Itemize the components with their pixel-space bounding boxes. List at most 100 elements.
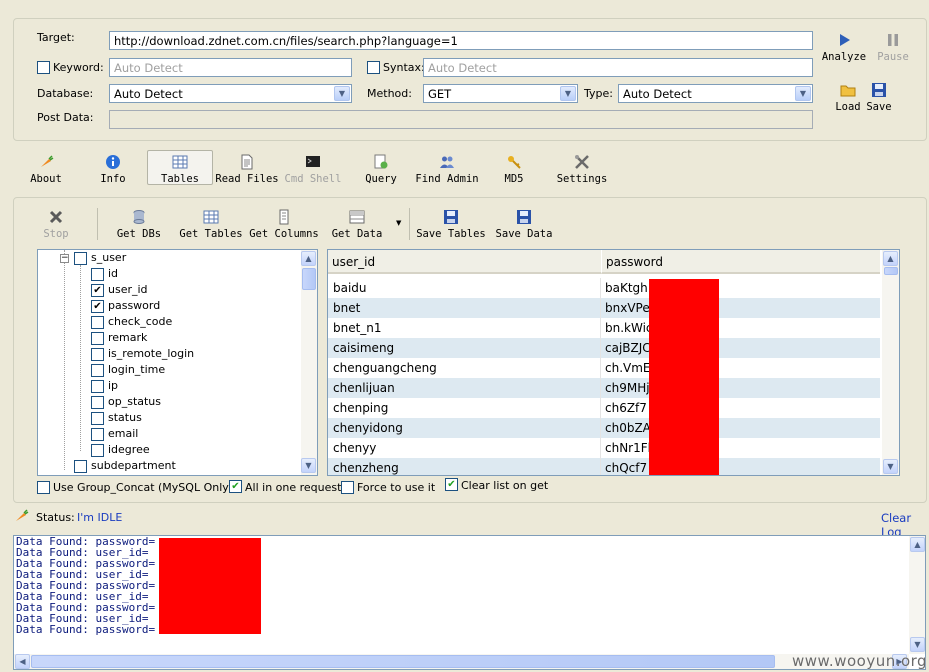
- scroll-down-icon[interactable]: ▼: [301, 458, 316, 473]
- chevron-down-icon[interactable]: ▼: [560, 86, 576, 101]
- grid-scrollbar[interactable]: ▲ ▼: [882, 250, 899, 475]
- scroll-up-icon[interactable]: ▲: [301, 251, 316, 266]
- tree-node-checkbox[interactable]: [74, 252, 87, 265]
- table-row[interactable]: bnet_n1 bn.kWic: [328, 318, 880, 338]
- tree-node-checkbox[interactable]: ✔: [91, 300, 104, 313]
- tree-node-checkbox[interactable]: [91, 380, 104, 393]
- pause-icon: [888, 34, 898, 46]
- tree-node-checkbox[interactable]: [91, 348, 104, 361]
- get-data-dropdown-icon[interactable]: ▼: [396, 219, 401, 227]
- schema-tree[interactable]: − s_user id ✔ user_id ✔ password check_code re…: [37, 249, 318, 476]
- data-grid[interactable]: user_id password baidu baKtgh bnet bnxVPe bn…: [327, 249, 900, 476]
- document-icon: [241, 154, 253, 170]
- target-input[interactable]: http://download.zdnet.com.cn/files/searc…: [109, 31, 813, 50]
- tab-read-files[interactable]: Read Files: [214, 154, 280, 185]
- tab-md5[interactable]: MD5: [500, 154, 528, 185]
- syntax-input[interactable]: Auto Detect: [423, 58, 813, 77]
- tree-node-checkbox[interactable]: [91, 316, 104, 329]
- table-row[interactable]: chenyy chNr1Fb: [328, 438, 880, 458]
- tree-node-checkbox[interactable]: [91, 412, 104, 425]
- floppy-icon: [517, 210, 531, 224]
- load-label: Load: [835, 101, 861, 113]
- type-select[interactable]: Auto Detect ▼: [618, 84, 813, 103]
- scroll-thumb[interactable]: [31, 655, 775, 668]
- scroll-down-icon[interactable]: ▼: [883, 459, 898, 474]
- tree-node-label: remark: [108, 331, 148, 344]
- watermark: www.wooyun.org: [792, 652, 928, 670]
- floppy-icon: [872, 83, 886, 97]
- cell-password: chQcf7: [605, 461, 648, 475]
- method-select[interactable]: GET ▼: [423, 84, 578, 103]
- table-row[interactable]: chenguangcheng ch.VmE: [328, 358, 880, 378]
- scroll-thumb[interactable]: [302, 268, 316, 290]
- tree-node-label: status: [108, 411, 142, 424]
- analyze-label: Analyze: [821, 51, 867, 63]
- tab-cmd-shell[interactable]: Cmd Shell: [283, 154, 343, 185]
- scroll-left-icon[interactable]: ◀: [15, 654, 30, 669]
- table-row[interactable]: chenzheng chQcf7: [328, 458, 880, 475]
- tree-node-checkbox[interactable]: [91, 364, 104, 377]
- keyword-input[interactable]: Auto Detect: [109, 58, 352, 77]
- grid-header-password[interactable]: password: [601, 250, 880, 274]
- tree-node-checkbox[interactable]: [91, 268, 104, 281]
- syntax-checkbox[interactable]: [367, 61, 380, 74]
- postdata-input[interactable]: [109, 110, 813, 129]
- pause-button[interactable]: Pause: [870, 32, 916, 63]
- save-button[interactable]: Save: [864, 82, 894, 113]
- force-checkbox[interactable]: [341, 481, 354, 494]
- chevron-down-icon[interactable]: ▼: [334, 86, 350, 101]
- scroll-down-icon[interactable]: ▼: [910, 637, 925, 652]
- tab-tables[interactable]: Tables: [156, 154, 204, 185]
- tab-find-admin[interactable]: Find Admin: [414, 154, 480, 185]
- chevron-down-icon[interactable]: ▼: [795, 86, 811, 101]
- save-tables-button[interactable]: Save Tables: [416, 209, 486, 240]
- tree-node-checkbox[interactable]: [91, 396, 104, 409]
- table-icon: [203, 210, 219, 224]
- stop-button[interactable]: Stop: [40, 209, 72, 240]
- get-data-button[interactable]: Get Data: [331, 209, 383, 240]
- key-icon: [508, 156, 521, 169]
- log-output[interactable]: Data Found: password= Data Found: user_id…: [13, 535, 926, 670]
- load-button[interactable]: Load: [834, 82, 862, 113]
- database-select-value: Auto Detect: [114, 87, 183, 101]
- grid-header-user-id[interactable]: user_id: [328, 250, 601, 274]
- tree-node-label: email: [108, 427, 139, 440]
- cell-user-id: bnet: [333, 301, 361, 315]
- redaction-block: [159, 538, 261, 634]
- tree-collapse-toggle[interactable]: −: [60, 254, 69, 263]
- tab-settings[interactable]: Settings: [554, 154, 610, 185]
- table-row[interactable]: chenyidong ch0bZA: [328, 418, 880, 438]
- table-row[interactable]: baidu baKtgh: [328, 278, 880, 298]
- cell-divider: [600, 318, 601, 338]
- get-dbs-button[interactable]: Get DBs: [115, 209, 163, 240]
- log-hscrollbar[interactable]: ◀ ▶: [14, 654, 909, 669]
- log-vscrollbar[interactable]: ▲ ▼: [909, 536, 925, 654]
- tab-info[interactable]: Info: [96, 154, 130, 185]
- get-columns-button[interactable]: Get Columns: [249, 209, 319, 240]
- tree-node-checkbox[interactable]: ✔: [91, 284, 104, 297]
- table-row[interactable]: bnet bnxVPe: [328, 298, 880, 318]
- save-data-button[interactable]: Save Data: [495, 209, 553, 240]
- tree-scrollbar[interactable]: ▲ ▼: [301, 250, 317, 475]
- analyze-button[interactable]: Analyze: [820, 32, 868, 63]
- get-tables-button[interactable]: Get Tables: [179, 209, 243, 240]
- table-row[interactable]: chenlijuan ch9MHj: [328, 378, 880, 398]
- tree-node-checkbox[interactable]: [91, 428, 104, 441]
- tab-query[interactable]: Query: [362, 154, 400, 185]
- users-icon: [440, 156, 454, 168]
- scroll-up-icon[interactable]: ▲: [910, 537, 925, 552]
- database-select[interactable]: Auto Detect ▼: [109, 84, 352, 103]
- tree-node-checkbox[interactable]: [91, 332, 104, 345]
- scroll-up-icon[interactable]: ▲: [883, 251, 898, 266]
- tab-about[interactable]: About: [26, 154, 66, 185]
- table-row[interactable]: chenping ch6Zf7: [328, 398, 880, 418]
- keyword-checkbox[interactable]: [37, 61, 50, 74]
- tree-node-checkbox[interactable]: [74, 460, 87, 473]
- clear-list-checkbox[interactable]: ✔: [445, 478, 458, 491]
- scroll-thumb[interactable]: [884, 267, 898, 275]
- tree-node-label: id: [108, 267, 119, 280]
- group-concat-checkbox[interactable]: [37, 481, 50, 494]
- table-row[interactable]: caisimeng cajBZJC: [328, 338, 880, 358]
- tree-node-checkbox[interactable]: [91, 444, 104, 457]
- all-in-one-checkbox[interactable]: ✔: [229, 480, 242, 493]
